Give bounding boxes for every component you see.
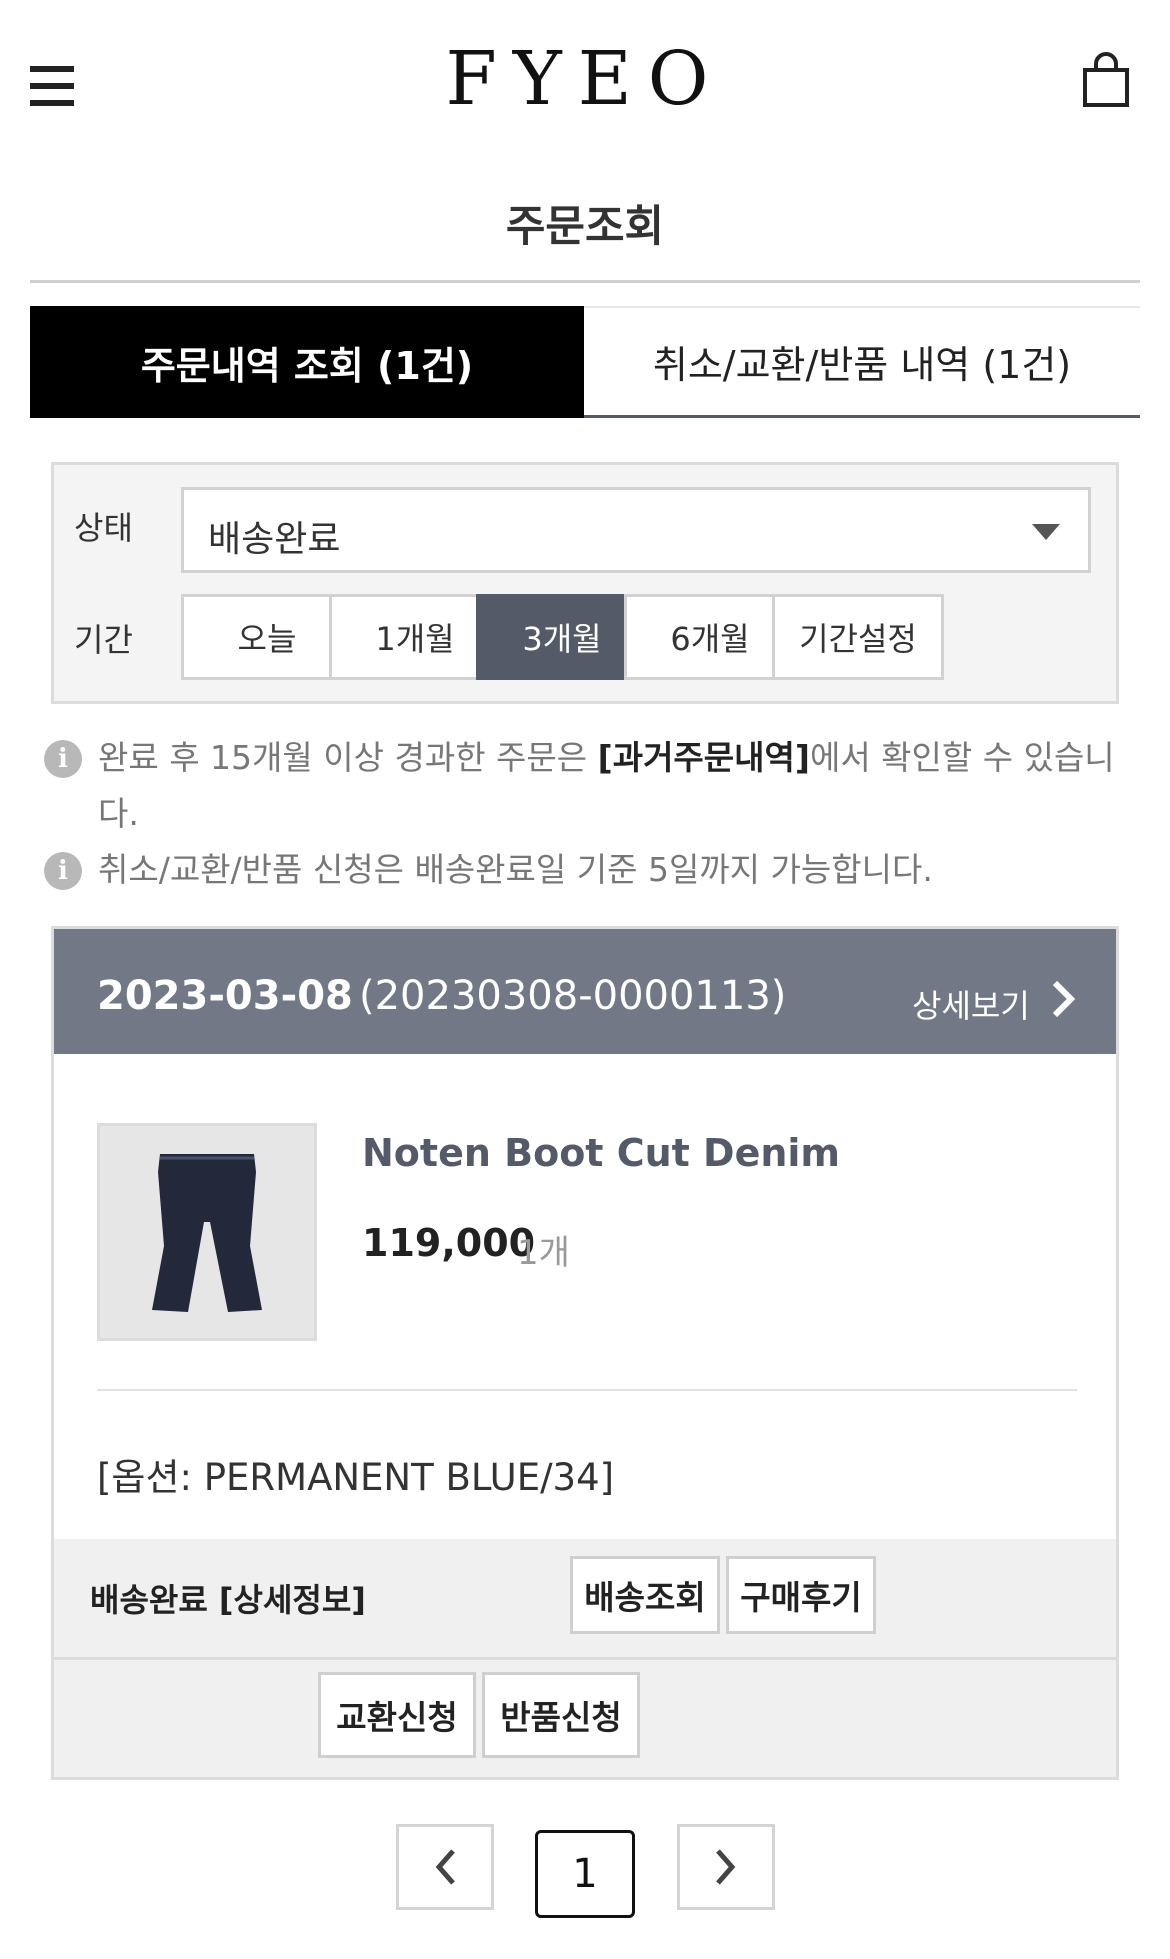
order-number: (20230308-0000113) bbox=[359, 973, 787, 1019]
product-name[interactable]: Noten Boot Cut Denim bbox=[362, 1131, 840, 1175]
divider bbox=[30, 280, 1140, 283]
past-orders-link[interactable]: [과거주문내역] bbox=[598, 738, 810, 777]
info-icon: i bbox=[44, 852, 82, 890]
period-custom-button[interactable]: 기간설정 bbox=[772, 594, 944, 680]
period-6-month-button[interactable]: 6개월 bbox=[624, 594, 796, 680]
notice-past-orders: 완료 후 15개월 이상 경과한 주문은 [과거주문내역]에서 확인할 수 있습… bbox=[98, 730, 1138, 842]
chevron-right-icon[interactable] bbox=[1049, 979, 1077, 1019]
notice-cancel-policy: 취소/교환/반품 신청은 배송완료일 기준 5일까지 가능합니다. bbox=[98, 850, 933, 889]
product-thumbnail[interactable] bbox=[97, 1123, 317, 1341]
site-logo[interactable]: FYEO bbox=[385, 38, 785, 120]
chevron-left-icon bbox=[435, 1849, 455, 1885]
order-date: 2023-03-08 bbox=[97, 973, 353, 1019]
tab-order-history[interactable]: 주문내역 조회 (1건) bbox=[30, 306, 584, 418]
order-header: 2023-03-08 (20230308-0000113) 상세보기 bbox=[54, 929, 1116, 1054]
order-card: 2023-03-08 (20230308-0000113) 상세보기 Noten… bbox=[51, 926, 1119, 1780]
track-delivery-button[interactable]: 배송조회 bbox=[570, 1556, 720, 1634]
site-header: FYEO bbox=[0, 0, 1170, 170]
page-number-button[interactable]: 1 bbox=[535, 1830, 635, 1918]
tab-cancel-exchange-return[interactable]: 취소/교환/반품 내역 (1건) bbox=[584, 306, 1140, 418]
exchange-request-button[interactable]: 교환신청 bbox=[318, 1672, 476, 1758]
order-detail-link[interactable]: 상세보기 bbox=[912, 981, 1030, 1027]
prev-page-button[interactable] bbox=[396, 1824, 494, 1910]
order-tabs: 주문내역 조회 (1건) 취소/교환/반품 내역 (1건) bbox=[30, 306, 1140, 418]
period-filter-label: 기간 bbox=[74, 621, 133, 659]
period-today-button[interactable]: 오늘 bbox=[181, 594, 353, 680]
chevron-down-icon bbox=[1032, 524, 1060, 540]
notice-text: 완료 후 15개월 이상 경과한 주문은 bbox=[98, 738, 598, 777]
product-option: [옵션: PERMANENT BLUE/34] bbox=[97, 1456, 615, 1499]
order-filter: 상태 배송완료 기간 오늘 1개월 3개월 6개월 기간설정 bbox=[51, 462, 1119, 704]
next-page-button[interactable] bbox=[677, 1824, 775, 1910]
order-status-detail-link[interactable]: 배송완료 [상세정보] bbox=[90, 1575, 366, 1621]
order-status-bar: 배송완료 [상세정보] 배송조회 구매후기 bbox=[54, 1539, 1116, 1657]
product-price: 119,000 bbox=[362, 1221, 536, 1265]
order-action-bar: 교환신청 반품신청 bbox=[54, 1657, 1116, 1777]
hamburger-menu-icon[interactable] bbox=[30, 66, 74, 106]
product-quantity: 1개 bbox=[517, 1233, 570, 1273]
page-title: 주문조회 bbox=[505, 202, 665, 252]
info-icon: i bbox=[44, 740, 82, 778]
shopping-bag-icon[interactable] bbox=[1082, 52, 1130, 108]
status-filter-label: 상태 bbox=[74, 509, 133, 547]
period-3-month-button[interactable]: 3개월 bbox=[476, 594, 648, 680]
write-review-button[interactable]: 구매후기 bbox=[726, 1556, 876, 1634]
status-select-value: 배송완료 bbox=[208, 519, 341, 560]
divider bbox=[97, 1389, 1077, 1391]
chevron-right-icon bbox=[716, 1849, 736, 1885]
status-select[interactable]: 배송완료 bbox=[181, 487, 1091, 573]
return-request-button[interactable]: 반품신청 bbox=[482, 1672, 640, 1758]
